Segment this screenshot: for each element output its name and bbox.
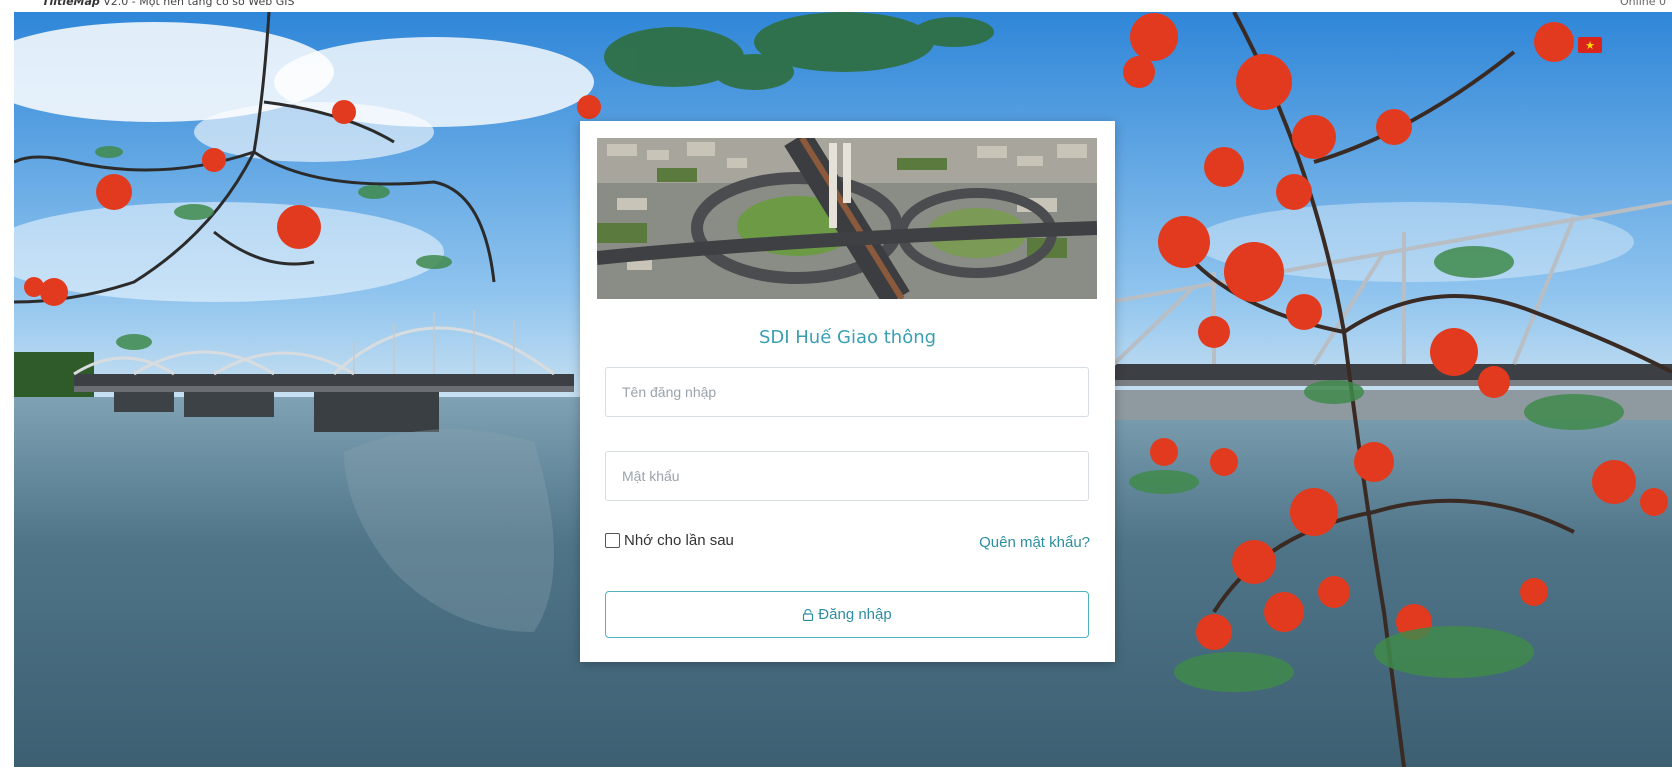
remember-me-checkbox[interactable] [605, 533, 620, 548]
username-input[interactable] [605, 367, 1089, 417]
login-hero-image [597, 138, 1097, 299]
password-input[interactable] [605, 451, 1089, 501]
remember-me-option[interactable]: Nhớ cho lần sau [605, 532, 734, 549]
top-bar: TiltleMap V2.0 - Một nền tảng cơ sở Web … [0, 0, 1672, 12]
vietnam-flag-icon[interactable]: ★ [1578, 37, 1602, 53]
login-button[interactable]: Đăng nhập [605, 591, 1089, 638]
login-button-label: Đăng nhập [818, 606, 892, 623]
login-card: SDI Huế Giao thông Nhớ cho lần sau Quên … [580, 121, 1115, 662]
online-status: Online 0 [1620, 0, 1666, 8]
flag-star: ★ [1585, 38, 1595, 52]
forgot-password-link[interactable]: Quên mật khẩu? [979, 534, 1090, 551]
lock-icon [803, 608, 814, 621]
brand-title: TiltleMap V2.0 - Một nền tảng cơ sở Web … [42, 0, 294, 8]
interchange-aerial-image [597, 138, 1097, 299]
remember-me-label: Nhớ cho lần sau [624, 532, 734, 549]
login-title: SDI Huế Giao thông [758, 327, 937, 348]
brand-tagline: V2.0 - Một nền tảng cơ sở Web GIS [99, 0, 295, 8]
brand-name: TiltleMap [42, 0, 100, 8]
